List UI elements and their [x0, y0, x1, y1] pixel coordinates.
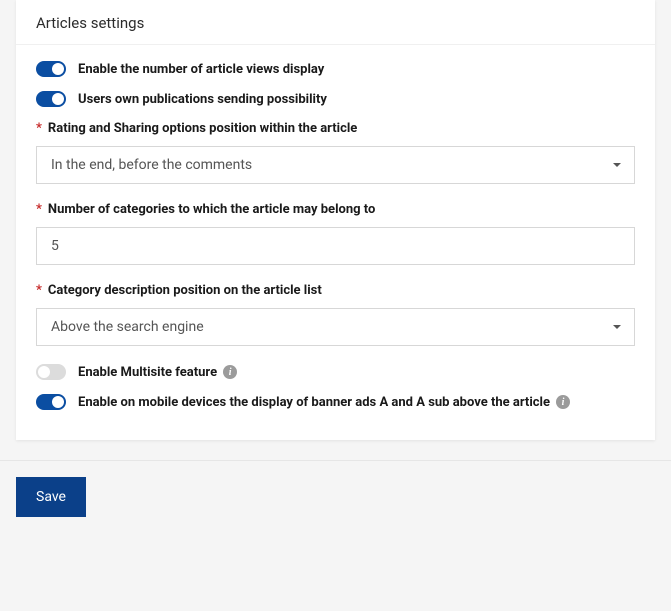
toggle-row-multisite: Enable Multisite feature i: [36, 364, 635, 380]
field-rating-position: Rating and Sharing options position with…: [36, 121, 635, 184]
toggle-multisite[interactable]: [36, 364, 66, 380]
categories-count-label: Number of categories to which the articl…: [36, 202, 635, 217]
toggle-mobile-banner-label: Enable on mobile devices the display of …: [78, 395, 550, 410]
toggle-mobile-banner[interactable]: [36, 394, 66, 410]
toggle-row-views: Enable the number of article views displ…: [36, 61, 635, 77]
rating-position-label: Rating and Sharing options position with…: [36, 121, 635, 136]
desc-position-select[interactable]: Above the search engine: [36, 308, 635, 346]
toggle-multisite-label: Enable Multisite feature: [78, 365, 217, 380]
footer: Save: [0, 460, 671, 537]
info-icon[interactable]: i: [223, 365, 237, 379]
categories-count-input[interactable]: [36, 227, 635, 265]
toggle-row-mobile-banner: Enable on mobile devices the display of …: [36, 394, 635, 410]
panel-title: Articles settings: [36, 14, 635, 32]
desc-position-label: Category description position on the art…: [36, 283, 635, 298]
toggle-user-publications[interactable]: [36, 91, 66, 107]
field-categories-count: Number of categories to which the articl…: [36, 202, 635, 265]
desc-position-select-wrap: Above the search engine: [36, 308, 635, 346]
toggle-row-user-publications: Users own publications sending possibili…: [36, 91, 635, 107]
toggle-user-publications-label: Users own publications sending possibili…: [78, 92, 327, 107]
panel-header: Articles settings: [16, 0, 655, 45]
panel-body: Enable the number of article views displ…: [16, 45, 655, 440]
rating-position-select-wrap: In the end, before the comments: [36, 146, 635, 184]
field-desc-position: Category description position on the art…: [36, 283, 635, 346]
info-icon[interactable]: i: [556, 395, 570, 409]
toggle-article-views-label: Enable the number of article views displ…: [78, 62, 324, 77]
rating-position-select[interactable]: In the end, before the comments: [36, 146, 635, 184]
save-button[interactable]: Save: [16, 477, 86, 517]
categories-count-input-wrap: [36, 227, 635, 265]
toggle-article-views[interactable]: [36, 61, 66, 77]
articles-settings-panel: Articles settings Enable the number of a…: [16, 0, 655, 440]
